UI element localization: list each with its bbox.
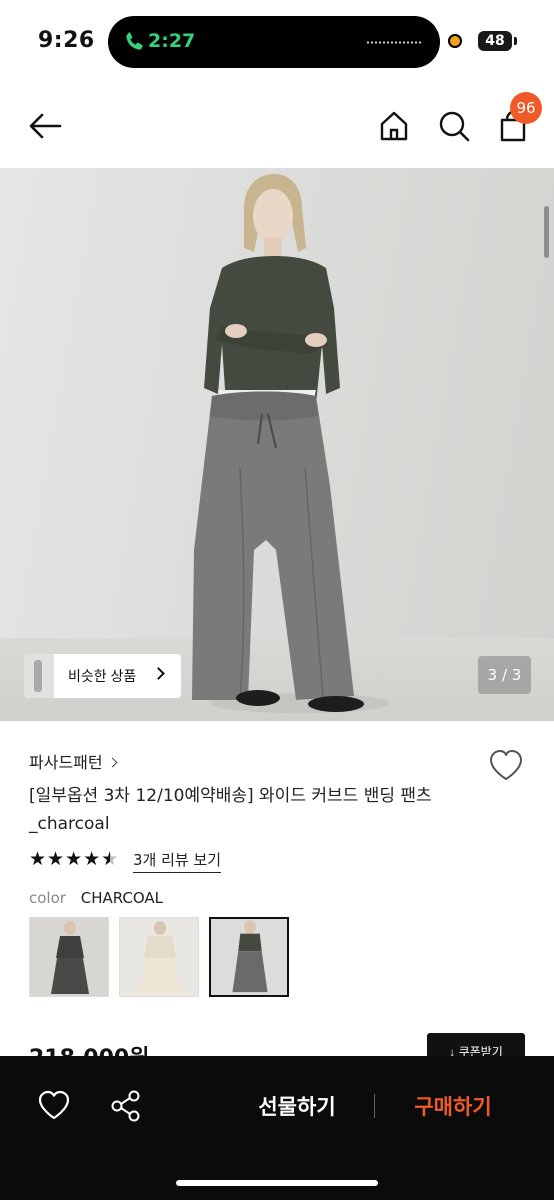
- color-value: CHARCOAL: [80, 889, 164, 907]
- battery-indicator: 48: [478, 31, 512, 51]
- brand-link[interactable]: 파사드패턴: [29, 749, 118, 773]
- bottom-action-bar: 선물하기 구매하기: [0, 1056, 554, 1200]
- swatch-thumbnail: [30, 918, 108, 996]
- cart-count-badge: 96: [510, 92, 542, 124]
- page-scrollbar[interactable]: [544, 206, 549, 258]
- top-navigation: [0, 88, 554, 164]
- star-icon: ★: [83, 848, 102, 870]
- star-icon: ★: [29, 848, 48, 870]
- status-time: 9:26: [38, 28, 95, 53]
- wishlist-button[interactable]: [486, 746, 526, 786]
- review-link[interactable]: 3개 리뷰 보기: [133, 849, 222, 873]
- audio-waveform-icon: [366, 41, 422, 44]
- recording-indicator-icon: [448, 34, 462, 48]
- similar-products-button[interactable]: 비슷한 상품: [24, 654, 181, 698]
- swatch-cream-knit[interactable]: [119, 917, 199, 997]
- share-button[interactable]: [106, 1086, 146, 1126]
- similar-thumbnail: [24, 654, 54, 698]
- heart-outline-icon: [490, 750, 522, 780]
- buy-button[interactable]: 구매하기: [396, 1086, 510, 1126]
- star-rating: ★★★★★: [29, 848, 119, 870]
- half-star-icon: ★: [101, 848, 120, 870]
- back-button[interactable]: [24, 106, 68, 146]
- heart-outline-icon: [38, 1090, 70, 1120]
- swatch-charcoal-pants[interactable]: [209, 917, 289, 997]
- chevron-right-icon: [107, 757, 118, 768]
- home-button[interactable]: [374, 106, 414, 146]
- swatch-charcoal-vest[interactable]: [29, 917, 109, 997]
- swatch-thumbnail: [211, 919, 287, 995]
- star-icon: ★: [47, 848, 66, 870]
- product-title: [일부옵션 3차 12/10예약배송] 와이드 커브드 밴딩 팬츠 _charc…: [29, 786, 432, 834]
- chevron-right-icon: [152, 667, 165, 680]
- share-icon: [111, 1090, 140, 1122]
- back-arrow-icon: [29, 113, 62, 139]
- star-icon: ★: [65, 848, 84, 870]
- gift-button[interactable]: 선물하기: [238, 1086, 356, 1126]
- dynamic-island[interactable]: 2:27: [108, 16, 440, 68]
- similar-products-label: 비슷한 상품: [68, 668, 137, 684]
- swatch-thumbnail: [120, 918, 198, 996]
- phone-icon: [126, 32, 143, 50]
- brand-name: 파사드패턴: [29, 753, 103, 772]
- action-divider: [374, 1094, 375, 1118]
- bottom-wishlist-button[interactable]: [34, 1086, 74, 1126]
- image-page-counter: 3 / 3: [478, 656, 531, 694]
- color-option-row: color CHARCOAL: [29, 889, 163, 907]
- product-image-carousel[interactable]: 비슷한 상품 3 / 3: [0, 168, 554, 721]
- color-label: color: [29, 889, 66, 907]
- call-duration: 2:27: [148, 30, 196, 52]
- home-icon: [380, 111, 408, 141]
- status-bar: 9:26 2:27 48: [0, 0, 554, 84]
- home-indicator[interactable]: [176, 1180, 378, 1186]
- search-icon: [439, 111, 470, 142]
- search-button[interactable]: [434, 106, 474, 146]
- battery-tip-icon: [514, 37, 517, 45]
- product-model-photo: [192, 174, 390, 713]
